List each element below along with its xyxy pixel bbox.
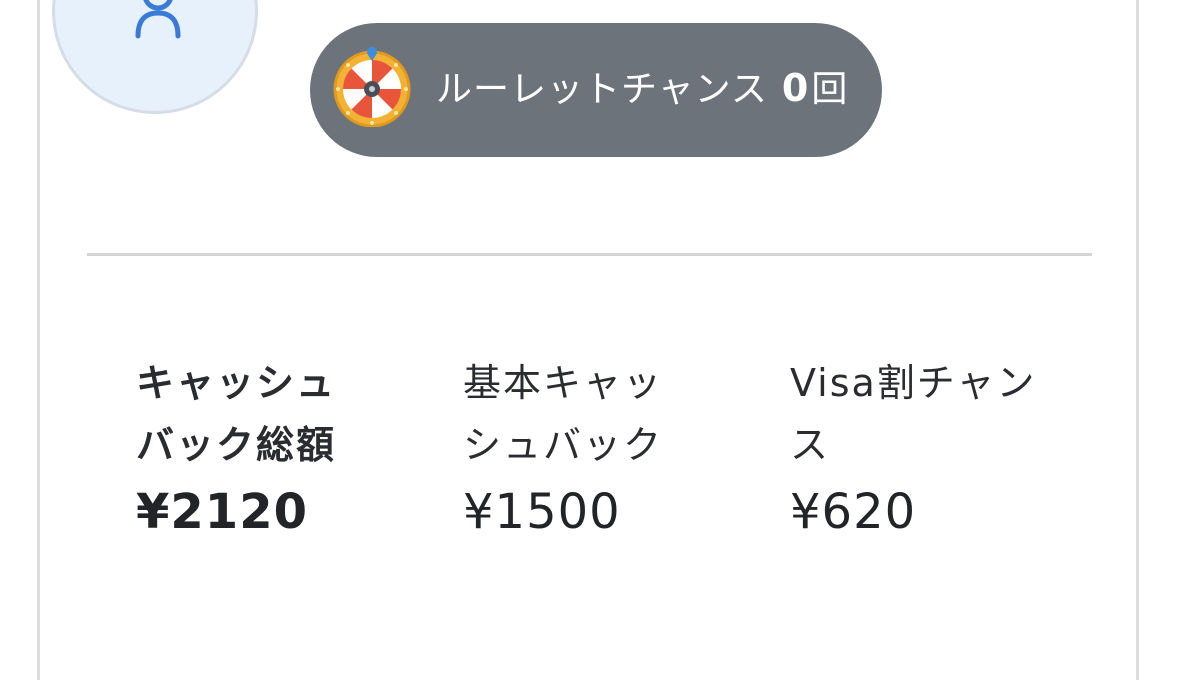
visa-discount-chance-value: ¥620 [790, 484, 917, 540]
visa-discount-chance: Visa割チャンス ¥620 [790, 352, 1050, 542]
cashback-total: キャッシュバック総額 ¥2120 [136, 352, 366, 542]
roulette-chance-label: ルーレットチャンス [436, 69, 768, 110]
roulette-wheel-icon [333, 47, 411, 127]
visa-discount-chance-label: Visa割チャンス [790, 361, 1037, 467]
roulette-chance-badge[interactable]: ルーレットチャンス 0回 [310, 23, 882, 157]
roulette-chance-text: ルーレットチャンス 0回 [436, 23, 848, 157]
avatar[interactable] [52, 0, 258, 114]
basic-cashback-value: ¥1500 [463, 484, 621, 540]
basic-cashback: 基本キャッシュバック ¥1500 [463, 352, 693, 542]
cashback-total-value: ¥2120 [136, 484, 308, 540]
roulette-chance-count: 0 [781, 66, 810, 110]
user-icon [135, 0, 181, 39]
basic-cashback-label: 基本キャッシュバック [463, 361, 664, 467]
cashback-total-label: キャッシュバック総額 [136, 361, 337, 467]
roulette-chance-unit: 回 [811, 69, 849, 110]
section-divider [87, 253, 1092, 256]
